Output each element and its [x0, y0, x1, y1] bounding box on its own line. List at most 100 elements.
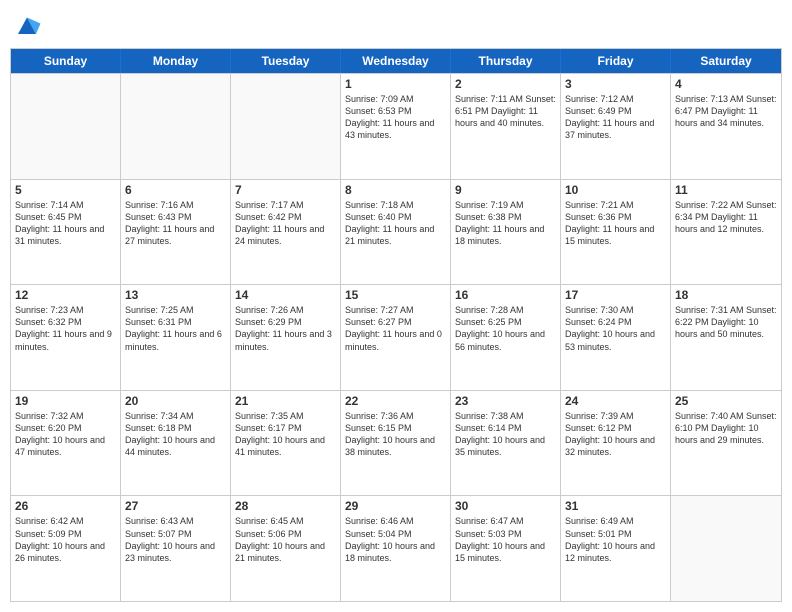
day-cell-30: 30 Sunrise: 6:47 AM Sunset: 5:03 PM Dayli… [451, 496, 561, 601]
day-cell-14: 14 Sunrise: 7:26 AM Sunset: 6:29 PM Dayli… [231, 285, 341, 390]
day-cell-23: 23 Sunrise: 7:38 AM Sunset: 6:14 PM Dayli… [451, 391, 561, 496]
day-info: Sunrise: 7:22 AM Sunset: 6:34 PM Dayligh… [675, 199, 777, 235]
day-info: Sunrise: 7:36 AM Sunset: 6:15 PM Dayligh… [345, 410, 446, 459]
day-number: 1 [345, 77, 446, 91]
day-cell-19: 19Sunrise: 7:32 AM Sunset: 6:20 PM Dayli… [11, 391, 121, 496]
day-cell-empty [11, 74, 121, 179]
day-number: 4 [675, 77, 777, 91]
day-header-sunday: Sunday [11, 49, 121, 73]
day-number: 11 [675, 183, 777, 197]
day-cell-15: 15 Sunrise: 7:27 AM Sunset: 6:27 PM Dayli… [341, 285, 451, 390]
day-number: 25 [675, 394, 777, 408]
day-info: Sunrise: 7:38 AM Sunset: 6:14 PM Dayligh… [455, 410, 556, 459]
day-header-tuesday: Tuesday [231, 49, 341, 73]
day-cell-24: 24Sunrise: 7:39 AM Sunset: 6:12 PM Dayli… [561, 391, 671, 496]
day-info: Sunrise: 7:27 AM Sunset: 6:27 PM Dayligh… [345, 304, 446, 353]
day-number: 15 [345, 288, 446, 302]
day-cell-empty [121, 74, 231, 179]
day-number: 3 [565, 77, 666, 91]
day-number: 28 [235, 499, 336, 513]
day-info: Sunrise: 7:34 AM Sunset: 6:18 PM Dayligh… [125, 410, 226, 459]
week-row-3: 12 Sunrise: 7:23 AM Sunset: 6:32 PM Dayli… [11, 284, 781, 390]
logo-text [10, 10, 42, 40]
day-number: 26 [15, 499, 116, 513]
day-info: Sunrise: 6:46 AM Sunset: 5:04 PM Dayligh… [345, 515, 446, 564]
day-cell-25: 25Sunrise: 7:40 AM Sunset: 6:10 PM Dayli… [671, 391, 781, 496]
day-header-monday: Monday [121, 49, 231, 73]
day-number: 16 [455, 288, 556, 302]
day-info: Sunrise: 7:11 AM Sunset: 6:51 PM Dayligh… [455, 93, 556, 129]
day-info: Sunrise: 7:28 AM Sunset: 6:25 PM Dayligh… [455, 304, 556, 353]
day-number: 30 [455, 499, 556, 513]
day-info: Sunrise: 7:35 AM Sunset: 6:17 PM Dayligh… [235, 410, 336, 459]
day-cell-18: 18 Sunrise: 7:31 AM Sunset: 6:22 PM Dayli… [671, 285, 781, 390]
day-cell-6: 6 Sunrise: 7:16 AM Sunset: 6:43 PM Daylig… [121, 180, 231, 285]
day-number: 6 [125, 183, 226, 197]
day-info: Sunrise: 7:26 AM Sunset: 6:29 PM Dayligh… [235, 304, 336, 353]
day-number: 14 [235, 288, 336, 302]
day-cell-28: 28 Sunrise: 6:45 AM Sunset: 5:06 PM Dayli… [231, 496, 341, 601]
day-info: Sunrise: 7:13 AM Sunset: 6:47 PM Dayligh… [675, 93, 777, 129]
day-info: Sunrise: 7:31 AM Sunset: 6:22 PM Dayligh… [675, 304, 777, 340]
day-number: 5 [15, 183, 116, 197]
day-info: Sunrise: 7:17 AM Sunset: 6:42 PM Dayligh… [235, 199, 336, 248]
day-info: Sunrise: 7:16 AM Sunset: 6:43 PM Dayligh… [125, 199, 226, 248]
week-row-2: 5 Sunrise: 7:14 AM Sunset: 6:45 PM Daylig… [11, 179, 781, 285]
day-cell-1: 1Sunrise: 7:09 AM Sunset: 6:53 PM Daylig… [341, 74, 451, 179]
day-cell-9: 9 Sunrise: 7:19 AM Sunset: 6:38 PM Daylig… [451, 180, 561, 285]
day-number: 7 [235, 183, 336, 197]
day-number: 23 [455, 394, 556, 408]
day-cell-16: 16 Sunrise: 7:28 AM Sunset: 6:25 PM Dayli… [451, 285, 561, 390]
day-number: 27 [125, 499, 226, 513]
day-number: 17 [565, 288, 666, 302]
week-row-1: 1Sunrise: 7:09 AM Sunset: 6:53 PM Daylig… [11, 73, 781, 179]
day-number: 20 [125, 394, 226, 408]
day-info: Sunrise: 7:18 AM Sunset: 6:40 PM Dayligh… [345, 199, 446, 248]
day-cell-3: 3 Sunrise: 7:12 AM Sunset: 6:49 PM Daylig… [561, 74, 671, 179]
day-info: Sunrise: 6:45 AM Sunset: 5:06 PM Dayligh… [235, 515, 336, 564]
day-info: Sunrise: 6:49 AM Sunset: 5:01 PM Dayligh… [565, 515, 666, 564]
day-number: 12 [15, 288, 116, 302]
day-info: Sunrise: 6:43 AM Sunset: 5:07 PM Dayligh… [125, 515, 226, 564]
page: SundayMondayTuesdayWednesdayThursdayFrid… [0, 0, 792, 612]
day-info: Sunrise: 7:21 AM Sunset: 6:36 PM Dayligh… [565, 199, 666, 248]
day-number: 31 [565, 499, 666, 513]
week-row-5: 26 Sunrise: 6:42 AM Sunset: 5:09 PM Dayli… [11, 495, 781, 601]
day-info: Sunrise: 7:25 AM Sunset: 6:31 PM Dayligh… [125, 304, 226, 353]
day-cell-4: 4 Sunrise: 7:13 AM Sunset: 6:47 PM Daylig… [671, 74, 781, 179]
day-info: Sunrise: 7:19 AM Sunset: 6:38 PM Dayligh… [455, 199, 556, 248]
day-cell-20: 20 Sunrise: 7:34 AM Sunset: 6:18 PM Dayli… [121, 391, 231, 496]
day-number: 18 [675, 288, 777, 302]
day-info: Sunrise: 7:23 AM Sunset: 6:32 PM Dayligh… [15, 304, 116, 353]
day-cell-empty [671, 496, 781, 601]
day-header-friday: Friday [561, 49, 671, 73]
day-info: Sunrise: 7:12 AM Sunset: 6:49 PM Dayligh… [565, 93, 666, 142]
day-number: 9 [455, 183, 556, 197]
calendar-body: 1Sunrise: 7:09 AM Sunset: 6:53 PM Daylig… [11, 73, 781, 601]
day-number: 2 [455, 77, 556, 91]
day-info: Sunrise: 7:39 AM Sunset: 6:12 PM Dayligh… [565, 410, 666, 459]
day-cell-10: 10 Sunrise: 7:21 AM Sunset: 6:36 PM Dayli… [561, 180, 671, 285]
day-number: 22 [345, 394, 446, 408]
day-number: 19 [15, 394, 116, 408]
day-header-wednesday: Wednesday [341, 49, 451, 73]
day-cell-11: 11 Sunrise: 7:22 AM Sunset: 6:34 PM Dayli… [671, 180, 781, 285]
day-info: Sunrise: 6:47 AM Sunset: 5:03 PM Dayligh… [455, 515, 556, 564]
day-cell-12: 12 Sunrise: 7:23 AM Sunset: 6:32 PM Dayli… [11, 285, 121, 390]
day-cell-empty [231, 74, 341, 179]
day-cell-22: 22 Sunrise: 7:36 AM Sunset: 6:15 PM Dayli… [341, 391, 451, 496]
day-number: 13 [125, 288, 226, 302]
day-cell-7: 7 Sunrise: 7:17 AM Sunset: 6:42 PM Daylig… [231, 180, 341, 285]
day-info: Sunrise: 7:14 AM Sunset: 6:45 PM Dayligh… [15, 199, 116, 248]
week-row-4: 19Sunrise: 7:32 AM Sunset: 6:20 PM Dayli… [11, 390, 781, 496]
day-info: Sunrise: 6:42 AM Sunset: 5:09 PM Dayligh… [15, 515, 116, 564]
day-number: 8 [345, 183, 446, 197]
logo [10, 10, 42, 40]
day-number: 10 [565, 183, 666, 197]
day-cell-31: 31 Sunrise: 6:49 AM Sunset: 5:01 PM Dayli… [561, 496, 671, 601]
day-cell-5: 5 Sunrise: 7:14 AM Sunset: 6:45 PM Daylig… [11, 180, 121, 285]
header [10, 10, 782, 40]
day-cell-2: 2 Sunrise: 7:11 AM Sunset: 6:51 PM Daylig… [451, 74, 561, 179]
day-cell-29: 29Sunrise: 6:46 AM Sunset: 5:04 PM Dayli… [341, 496, 451, 601]
day-cell-17: 17Sunrise: 7:30 AM Sunset: 6:24 PM Dayli… [561, 285, 671, 390]
